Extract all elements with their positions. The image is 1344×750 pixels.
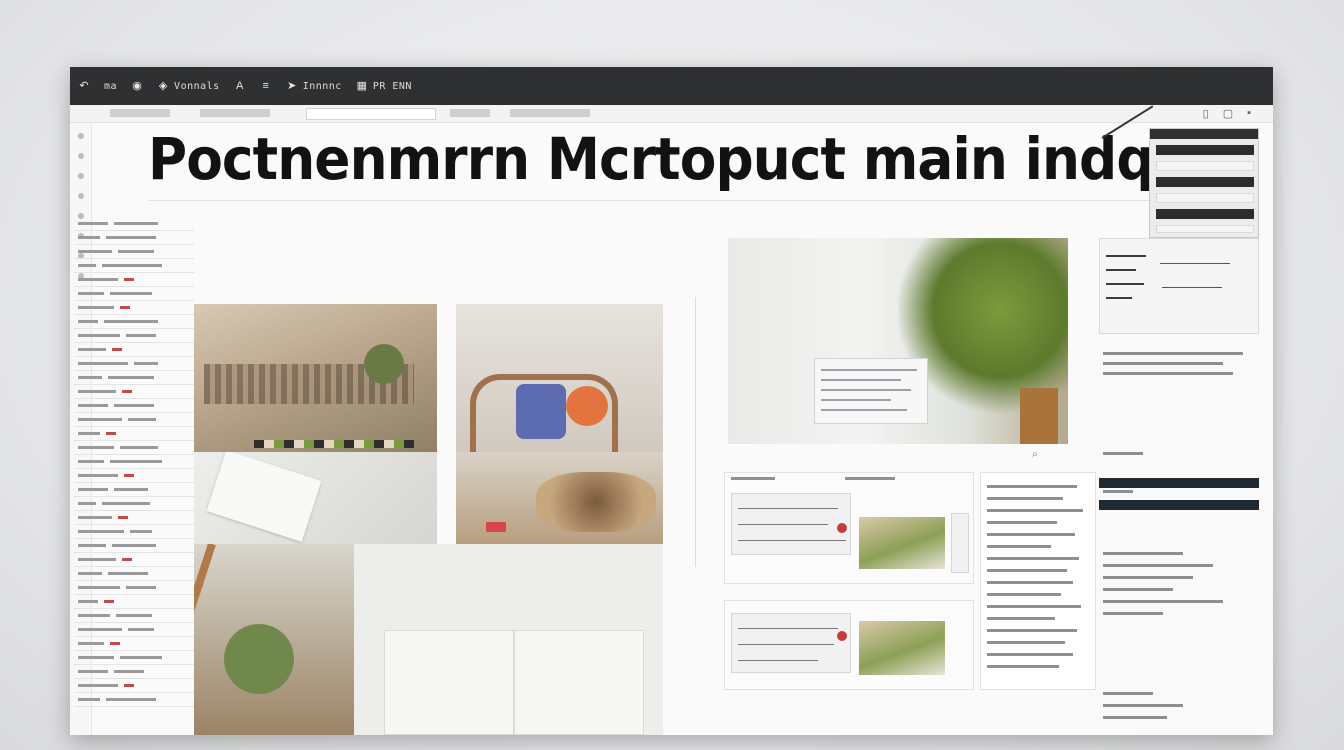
tool-icon[interactable] [78, 193, 84, 199]
list-item[interactable] [74, 231, 194, 245]
collage-photo-chair[interactable] [456, 304, 663, 452]
list-item[interactable] [74, 623, 194, 637]
toolbar-undo-button[interactable]: ↶ [78, 80, 90, 92]
preview-cards [724, 472, 1099, 735]
panel-row[interactable] [1156, 177, 1254, 187]
panel-header [1150, 129, 1258, 139]
list-item[interactable] [74, 259, 194, 273]
list-item[interactable] [74, 469, 194, 483]
text-column [980, 472, 1096, 690]
title-divider [148, 200, 1198, 201]
list-item[interactable] [74, 665, 194, 679]
toolbar-text-button[interactable]: A [234, 80, 246, 92]
subbar-segment [200, 109, 270, 117]
list-item[interactable] [74, 329, 194, 343]
toolbar-align-button[interactable]: ≡ [260, 80, 272, 92]
list-item[interactable] [74, 637, 194, 651]
window-controls: ▯ ▢ ▪ [1203, 107, 1251, 120]
list-item[interactable] [74, 497, 194, 511]
subbar-segment [450, 109, 490, 117]
list-item[interactable] [74, 511, 194, 525]
list-item[interactable] [74, 483, 194, 497]
toolbar-grid-button[interactable]: ▦ PR ENN [356, 80, 412, 92]
list-item[interactable] [74, 371, 194, 385]
toolbar-layers-button[interactable]: ◈ Vonnals [157, 80, 220, 92]
collage-photo-cabinet[interactable] [354, 544, 663, 735]
list-item[interactable] [74, 301, 194, 315]
toolbar-menu-label: ma [104, 80, 118, 92]
toolbar-grid-label: PR ENN [372, 80, 412, 92]
list-item[interactable] [74, 315, 194, 329]
collage-photo-lamp[interactable] [194, 544, 354, 735]
list-item[interactable] [74, 567, 194, 581]
subbar-input[interactable] [306, 108, 436, 120]
align-icon: ≡ [262, 80, 269, 92]
list-item[interactable] [74, 287, 194, 301]
text-icon: A [236, 80, 244, 92]
layers-list [74, 217, 194, 727]
secondary-toolbar: ▯ ▢ ▪ [70, 105, 1273, 123]
list-item[interactable] [74, 539, 194, 553]
list-item[interactable] [74, 441, 194, 455]
list-item[interactable] [74, 385, 194, 399]
list-item[interactable] [74, 217, 194, 231]
panel-row[interactable] [1156, 145, 1254, 155]
page-title: Poctnenmrrn Mcrtopuct main indque [148, 125, 1227, 193]
list-item[interactable] [74, 413, 194, 427]
toolbar-record-button[interactable]: ◉ [131, 80, 143, 92]
preview-card[interactable] [724, 600, 974, 690]
minimize-icon[interactable]: ▯ [1203, 107, 1209, 120]
embedded-screen [814, 358, 928, 424]
subbar-segment [110, 109, 170, 117]
list-item[interactable] [74, 427, 194, 441]
tool-icon[interactable] [78, 133, 84, 139]
toolbar-menu-button[interactable]: ma [104, 81, 117, 92]
list-item[interactable] [74, 273, 194, 287]
list-item[interactable] [74, 553, 194, 567]
list-item[interactable] [74, 245, 194, 259]
toolbar-insert-button[interactable]: ➤ Innnnc [286, 80, 342, 92]
room-photo[interactable] [728, 238, 1068, 444]
grid-icon: ▦ [356, 80, 368, 92]
toolbar-layers-label: Vonnals [174, 80, 220, 92]
app-window: ↶ ma ◉ ◈ Vonnals A ≡ ➤ Innnnc ▦ PR ENN ▯… [70, 67, 1273, 735]
sketch-thumbnail[interactable] [1099, 238, 1259, 334]
subbar-segment [510, 109, 590, 117]
list-item[interactable] [74, 679, 194, 693]
desktop-background: ↶ ma ◉ ◈ Vonnals A ≡ ➤ Innnnc ▦ PR ENN ▯… [0, 0, 1344, 750]
record-icon: ◉ [132, 80, 142, 92]
list-item[interactable] [74, 651, 194, 665]
tool-icon[interactable] [78, 153, 84, 159]
right-sidebar [1099, 192, 1259, 735]
preview-card[interactable] [724, 472, 974, 584]
list-item[interactable] [74, 581, 194, 595]
list-item[interactable] [74, 343, 194, 357]
main-toolbar: ↶ ma ◉ ◈ Vonnals A ≡ ➤ Innnnc ▦ PR ENN [70, 67, 1273, 105]
list-item[interactable] [74, 455, 194, 469]
list-item[interactable] [74, 609, 194, 623]
collage-photo-basket[interactable] [456, 452, 663, 544]
close-icon[interactable]: ▪ [1247, 107, 1251, 120]
tool-icon[interactable] [78, 173, 84, 179]
arrow-icon: ➤ [287, 80, 297, 92]
image-collage [194, 304, 663, 735]
layers-icon: ◈ [158, 80, 168, 92]
collage-photo-sketch[interactable] [194, 452, 437, 544]
list-item-selected[interactable] [1099, 478, 1259, 488]
list-item[interactable] [74, 357, 194, 371]
list-item[interactable] [74, 525, 194, 539]
column-divider [695, 297, 696, 567]
toolbar-insert-label: Innnnc [302, 80, 342, 92]
list-item-selected[interactable] [1099, 500, 1259, 510]
list-item[interactable] [74, 595, 194, 609]
zoom-icon[interactable]: ⌕ [1032, 449, 1038, 460]
collage-photo-shelf[interactable] [194, 304, 437, 452]
maximize-icon[interactable]: ▢ [1223, 107, 1233, 120]
list-item[interactable] [74, 693, 194, 707]
panel-row[interactable] [1156, 161, 1254, 171]
list-item[interactable] [74, 399, 194, 413]
undo-icon: ↶ [79, 80, 89, 92]
